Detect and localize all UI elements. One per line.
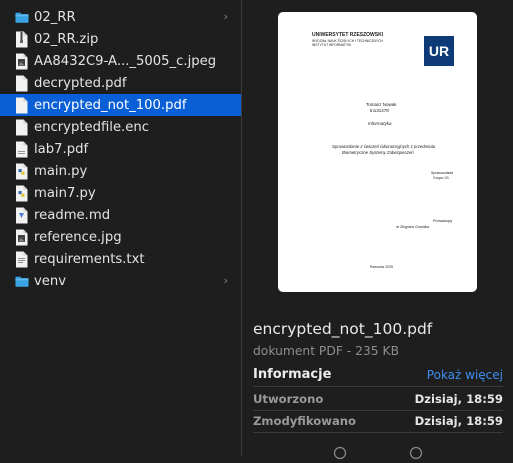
file-row[interactable]: decrypted.pdf xyxy=(0,72,241,94)
file-row[interactable]: main7.py xyxy=(0,182,241,204)
folder-icon xyxy=(15,9,29,26)
doc-teacher: dr Zbigniew Gomółka xyxy=(396,225,430,229)
file-name: AA8432C9-A..._5005_c.jpeg xyxy=(34,53,217,69)
more-actions-icon[interactable] xyxy=(409,446,423,463)
document-icon xyxy=(15,97,29,114)
file-name: 02_RR xyxy=(34,9,76,25)
zip-file-icon xyxy=(15,31,29,48)
document-icon-glyph xyxy=(16,119,28,135)
file-name: 02_RR.zip xyxy=(34,31,99,47)
modified-label: Zmodyfikowano xyxy=(253,414,357,428)
file-name: main.py xyxy=(34,163,88,179)
doc-title-line1: Sprawozdanie z ćwiczeń laboratoryjnych z… xyxy=(332,144,436,149)
file-row[interactable]: reference.jpg xyxy=(0,226,241,248)
doc-group: Grupa: 03 xyxy=(433,176,449,180)
text-file-icon xyxy=(15,251,29,268)
modified-value: Dzisiaj, 18:59 xyxy=(414,414,503,428)
doc-teacher-label: Prowadzący xyxy=(433,219,453,223)
info-separator xyxy=(253,410,503,411)
university-logo: UR xyxy=(424,36,454,66)
python-file-icon xyxy=(15,163,29,180)
markdown-file-icon-glyph xyxy=(16,207,28,223)
folder-icon-glyph xyxy=(15,276,29,287)
zip-file-icon-glyph xyxy=(16,31,28,47)
file-row[interactable]: requirements.txt xyxy=(0,248,241,270)
pdf-file-icon-glyph xyxy=(16,141,28,157)
file-row[interactable]: AA8432C9-A..._5005_c.jpeg xyxy=(0,50,241,72)
file-row[interactable]: readme.md xyxy=(0,204,241,226)
pdf-file-icon xyxy=(15,141,29,158)
text-file-icon-glyph xyxy=(16,251,28,267)
file-row[interactable]: main.py xyxy=(0,160,241,182)
image-file-icon xyxy=(15,229,29,246)
doc-footer: Rzeszów 2025 xyxy=(370,265,393,269)
image-file-icon-glyph xyxy=(16,53,28,69)
file-name: encrypted_not_100.pdf xyxy=(34,97,187,113)
file-name: reference.jpg xyxy=(34,229,122,245)
document-icon-glyph xyxy=(16,97,28,113)
document-icon xyxy=(15,119,29,136)
python-file-icon xyxy=(15,185,29,202)
preview-pane: UNIWERSYTET RZESZOWSKI WYDZIAŁ NAUK ŚCIS… xyxy=(242,0,513,460)
file-name: venv xyxy=(34,273,67,289)
chevron-right-icon[interactable]: › xyxy=(224,10,228,23)
info-separator xyxy=(253,432,503,433)
folder-icon xyxy=(15,273,29,290)
show-more-link[interactable]: Pokaż więcej xyxy=(427,368,503,382)
file-row[interactable]: encryptedfile.enc xyxy=(0,116,241,138)
file-row[interactable]: encrypted_not_100.pdf xyxy=(0,94,241,116)
doc-index: tn131478 xyxy=(370,108,389,113)
folder-icon-glyph xyxy=(15,12,29,23)
markdown-file-icon xyxy=(15,207,29,224)
document-icon-glyph xyxy=(16,75,28,91)
rotate-icon[interactable] xyxy=(333,446,347,463)
image-file-icon xyxy=(15,53,29,70)
file-name: requirements.txt xyxy=(34,251,145,267)
preview-file-name: encrypted_not_100.pdf xyxy=(253,320,433,338)
file-row[interactable]: 02_RR › xyxy=(0,6,241,28)
file-name: readme.md xyxy=(34,207,111,223)
file-list: 02_RR › 02_RR.zip AA8432C9-A..._5005_c.jpeg… xyxy=(0,0,241,456)
file-row[interactable]: lab7.pdf xyxy=(0,138,241,160)
python-file-icon-glyph xyxy=(16,163,28,179)
doc-report-label: Sprawozdanie xyxy=(431,171,454,175)
created-value: Dzisiaj, 18:59 xyxy=(414,392,503,406)
created-label: Utworzono xyxy=(253,392,324,406)
doc-university: UNIWERSYTET RZESZOWSKI xyxy=(312,32,384,38)
doc-title-line2: Biometryczne Systemy Zabezpieczeń xyxy=(342,150,414,155)
doc-field: Informatyka xyxy=(368,121,392,126)
pdf-preview-thumbnail[interactable]: UNIWERSYTET RZESZOWSKI WYDZIAŁ NAUK ŚCIS… xyxy=(278,12,477,292)
chevron-right-icon[interactable]: › xyxy=(224,274,228,287)
file-name: main7.py xyxy=(34,185,96,201)
info-heading: Informacje xyxy=(253,367,332,382)
python-file-icon-glyph xyxy=(16,185,28,201)
preview-file-kind: dokument PDF - 235 KB xyxy=(253,344,400,358)
image-file-icon-glyph xyxy=(16,229,28,245)
file-name: decrypted.pdf xyxy=(34,75,127,91)
file-name: encryptedfile.enc xyxy=(34,119,149,135)
doc-institute: INSTYTUT INFORMATYKI xyxy=(312,43,352,47)
doc-author: Tomasz Nowak xyxy=(366,102,397,107)
file-name: lab7.pdf xyxy=(34,141,89,157)
info-separator xyxy=(253,386,503,387)
document-icon xyxy=(15,75,29,92)
file-row[interactable]: 02_RR.zip xyxy=(0,28,241,50)
file-row[interactable]: venv › xyxy=(0,270,241,292)
